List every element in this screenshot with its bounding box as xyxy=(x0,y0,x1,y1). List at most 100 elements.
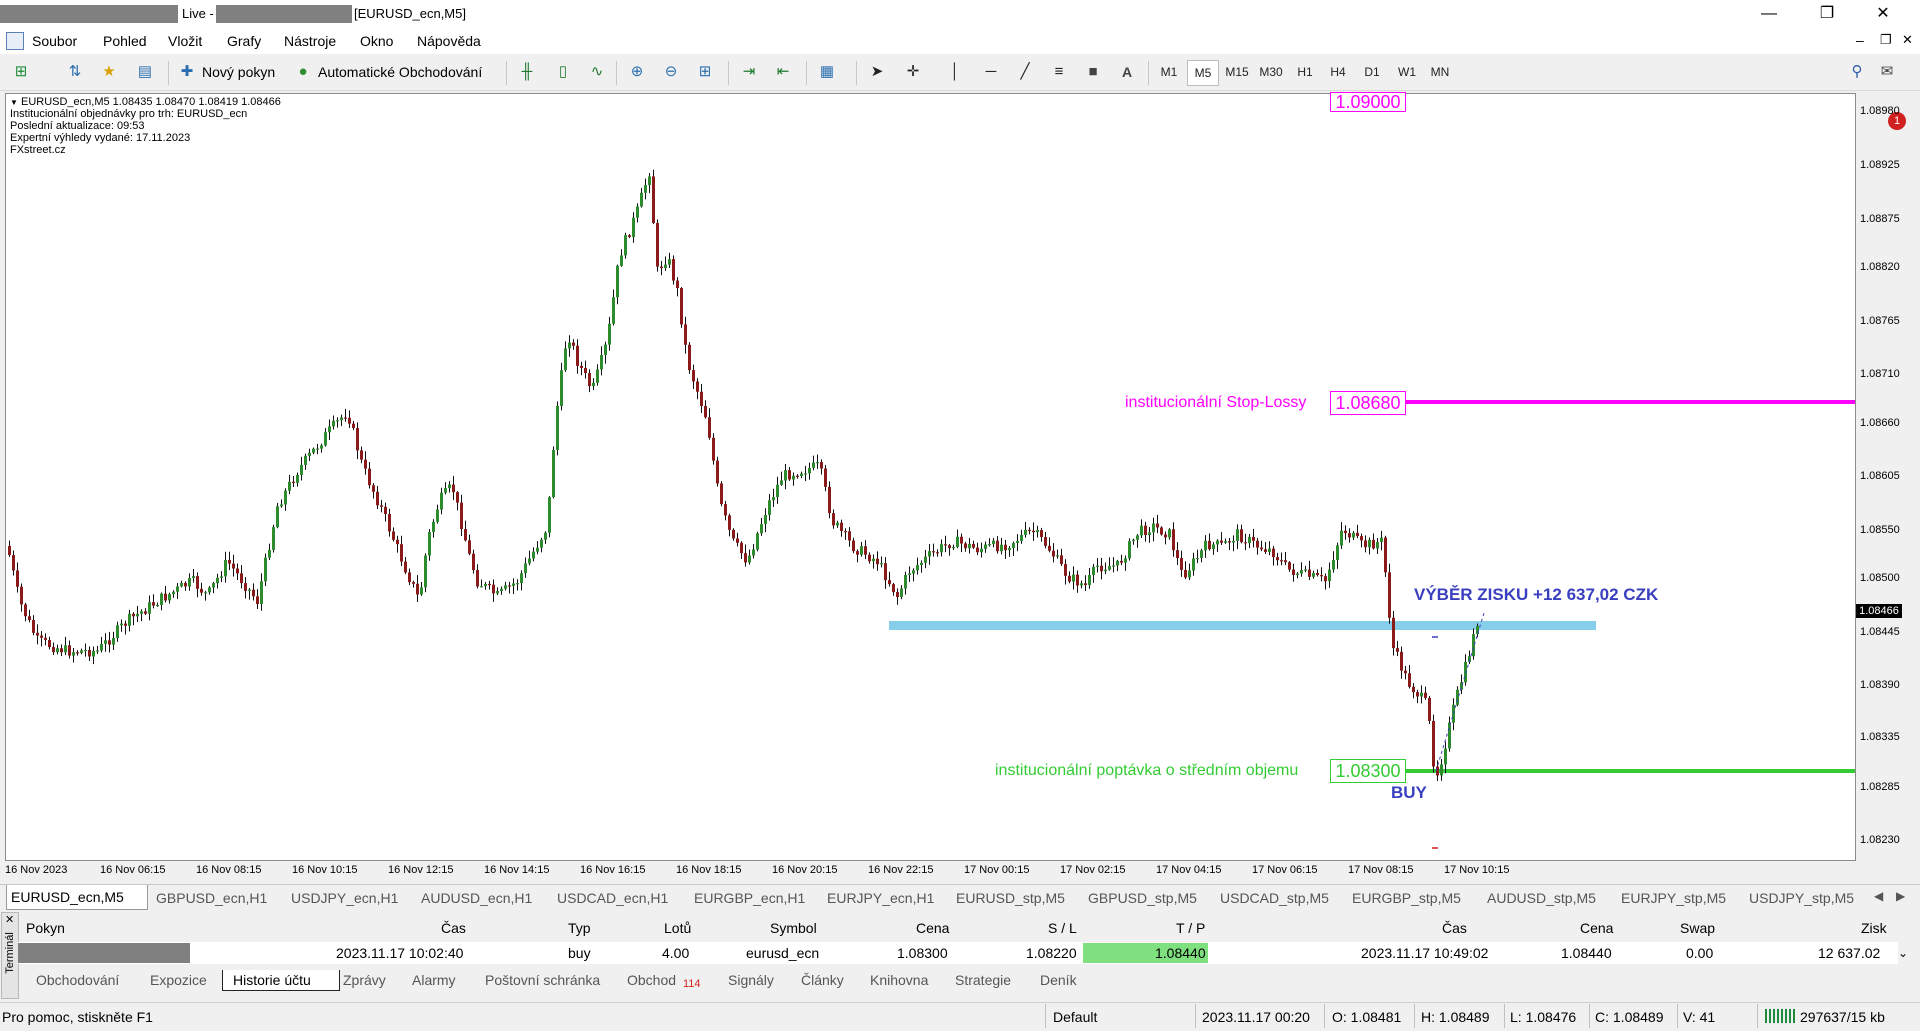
zoom-out-icon[interactable]: ⊖ xyxy=(660,62,682,82)
shapes-icon[interactable]: ■ xyxy=(1082,62,1104,82)
tab-obchod[interactable]: Obchod xyxy=(627,970,676,990)
tab-usdcad-ecn-h1[interactable]: USDCAD_ecn,H1 xyxy=(553,888,672,908)
restore-button[interactable]: ❐ xyxy=(1812,4,1842,24)
menu-vlozit[interactable]: Vložit xyxy=(168,33,202,49)
trendline-icon[interactable]: ╱ xyxy=(1014,62,1036,82)
timeframe-mn[interactable]: MN xyxy=(1425,60,1455,84)
fibonacci-icon[interactable]: ≡ xyxy=(1048,62,1070,82)
tab-gbpusd-ecn-h1[interactable]: GBPUSD_ecn,H1 xyxy=(152,888,271,908)
status-profile[interactable]: Default xyxy=(1053,1009,1097,1025)
tab-gbpusd-stp-m5[interactable]: GBPUSD_stp,M5 xyxy=(1084,888,1201,908)
time-tick: 17 Nov 00:15 xyxy=(964,864,1030,876)
candle-body xyxy=(400,544,403,562)
candlestick-icon[interactable]: ▯ xyxy=(552,62,574,82)
col-cas-open[interactable]: Čas xyxy=(441,920,466,936)
chat-icon[interactable]: ✉ xyxy=(1876,62,1898,82)
tab-eurjpy-stp-m5[interactable]: EURJPY_stp,M5 xyxy=(1617,888,1730,908)
timeframe-m1[interactable]: M1 xyxy=(1154,60,1184,84)
child-close-icon[interactable]: ✕ xyxy=(1902,32,1913,48)
menu-grafy[interactable]: Grafy xyxy=(227,33,261,49)
col-typ[interactable]: Typ xyxy=(568,920,591,936)
line-chart-icon[interactable]: ∿ xyxy=(586,62,608,82)
tab-clanky[interactable]: Články xyxy=(801,970,844,990)
tab-eurusd-ecn-m5[interactable]: EURUSD_ecn,M5 xyxy=(6,885,148,910)
row-expand-icon[interactable]: ⌄ xyxy=(1898,946,1908,960)
col-tp[interactable]: T / P xyxy=(1176,920,1205,936)
col-swap[interactable]: Swap xyxy=(1680,920,1715,936)
tab-knihovna[interactable]: Knihovna xyxy=(870,970,928,990)
timeframe-h4[interactable]: H4 xyxy=(1323,60,1353,84)
col-lotu[interactable]: Lotů xyxy=(664,920,691,936)
col-pokyn[interactable]: Pokyn xyxy=(26,920,65,936)
tab-expozice[interactable]: Expozice xyxy=(150,970,207,990)
tab-zpravy[interactable]: Zprávy xyxy=(343,970,386,990)
col-symbol[interactable]: Symbol xyxy=(770,920,817,936)
col-cena-open[interactable]: Cena xyxy=(916,920,949,936)
tab-postovni-schranka[interactable]: Poštovní schránka xyxy=(485,970,600,990)
tab-eurusd-stp-m5[interactable]: EURUSD_stp,M5 xyxy=(952,888,1069,908)
col-sl[interactable]: S / L xyxy=(1048,920,1077,936)
timeframe-d1[interactable]: D1 xyxy=(1357,60,1387,84)
redacted-order-id xyxy=(18,943,190,963)
table-row[interactable] xyxy=(18,942,1898,964)
new-chart-icon[interactable]: ⊞ xyxy=(10,62,32,82)
chart-window[interactable]: ▼ EURUSD_ecn,M5 1.08435 1.08470 1.08419 … xyxy=(5,92,1856,861)
tab-audusd-ecn-h1[interactable]: AUDUSD_ecn,H1 xyxy=(417,888,536,908)
horizontal-line-icon[interactable]: ─ xyxy=(980,62,1002,82)
timeframe-m15[interactable]: M15 xyxy=(1222,60,1252,84)
auto-trading-button[interactable]: Automatické Obchodování xyxy=(318,60,482,84)
terminal-close-icon[interactable]: ✕ xyxy=(5,913,14,926)
chart-collapse-icon[interactable]: ▼ xyxy=(10,98,18,107)
tabs-scroll-right-icon[interactable]: ▶ xyxy=(1896,889,1905,903)
col-cas-close[interactable]: Čas xyxy=(1442,920,1467,936)
tab-denik[interactable]: Deník xyxy=(1040,970,1077,990)
indicators-icon[interactable]: ▦ xyxy=(816,62,838,82)
tab-alarmy[interactable]: Alarmy xyxy=(412,970,456,990)
minimize-button[interactable]: — xyxy=(1754,4,1784,24)
zoom-in-icon[interactable]: ⊕ xyxy=(626,62,648,82)
menu-soubor[interactable]: Soubor xyxy=(32,33,77,49)
menu-napoveda[interactable]: Nápověda xyxy=(417,33,481,49)
tab-obchodovani[interactable]: Obchodování xyxy=(36,970,119,990)
menu-okno[interactable]: Okno xyxy=(360,33,393,49)
tabs-scroll-left-icon[interactable]: ◀ xyxy=(1874,889,1883,903)
tab-historie-uctu[interactable]: Historie účtu xyxy=(222,970,340,991)
timeframe-m5[interactable]: M5 xyxy=(1187,60,1219,86)
candle-body xyxy=(1456,689,1459,705)
navigator-icon[interactable]: ▤ xyxy=(134,62,156,82)
favorites-icon[interactable]: ★ xyxy=(98,62,120,82)
cursor-icon[interactable]: ➤ xyxy=(866,62,888,82)
time-tick: 17 Nov 02:15 xyxy=(1060,864,1126,876)
menu-pohled[interactable]: Pohled xyxy=(103,33,147,49)
tab-eurjpy-ecn-h1[interactable]: EURJPY_ecn,H1 xyxy=(823,888,938,908)
tab-usdjpy-ecn-h1[interactable]: USDJPY_ecn,H1 xyxy=(287,888,402,908)
child-minimize-icon[interactable]: – xyxy=(1856,32,1864,48)
new-order-icon[interactable]: ✚ xyxy=(176,62,198,82)
timeframe-m30[interactable]: M30 xyxy=(1256,60,1286,84)
new-order-button[interactable]: Nový pokyn xyxy=(202,60,275,84)
market-watch-icon[interactable]: ⇅ xyxy=(64,62,86,82)
vertical-line-icon[interactable]: │ xyxy=(944,62,966,82)
tab-eurgbp-ecn-h1[interactable]: EURGBP_ecn,H1 xyxy=(690,888,809,908)
text-tool-icon[interactable]: A xyxy=(1122,60,1132,84)
close-button[interactable]: ✕ xyxy=(1868,4,1898,24)
timeframe-w1[interactable]: W1 xyxy=(1392,60,1422,84)
crosshair-icon[interactable]: ✛ xyxy=(902,62,924,82)
timeframe-h1[interactable]: H1 xyxy=(1290,60,1320,84)
tile-windows-icon[interactable]: ⊞ xyxy=(694,62,716,82)
tab-usdjpy-stp-m5[interactable]: USDJPY_stp,M5 xyxy=(1745,888,1858,908)
menu-nastroje[interactable]: Nástroje xyxy=(284,33,336,49)
tab-eurgbp-stp-m5[interactable]: EURGBP_stp,M5 xyxy=(1348,888,1465,908)
autoscroll-icon[interactable]: ⇤ xyxy=(772,62,794,82)
child-restore-icon[interactable]: ❐ xyxy=(1880,32,1892,48)
tab-strategie[interactable]: Strategie xyxy=(955,970,1011,990)
chart-shift-icon[interactable]: ⇥ xyxy=(738,62,760,82)
auto-trading-icon[interactable]: ● xyxy=(292,62,314,82)
tab-usdcad-stp-m5[interactable]: USDCAD_stp,M5 xyxy=(1216,888,1333,908)
tab-audusd-stp-m5[interactable]: AUDUSD_stp,M5 xyxy=(1483,888,1600,908)
search-icon[interactable]: ⚲ xyxy=(1846,62,1868,82)
col-zisk[interactable]: Zisk xyxy=(1861,920,1887,936)
bar-chart-icon[interactable]: ╫ xyxy=(516,62,538,82)
col-cena-close[interactable]: Cena xyxy=(1580,920,1613,936)
tab-signaly[interactable]: Signály xyxy=(728,970,774,990)
